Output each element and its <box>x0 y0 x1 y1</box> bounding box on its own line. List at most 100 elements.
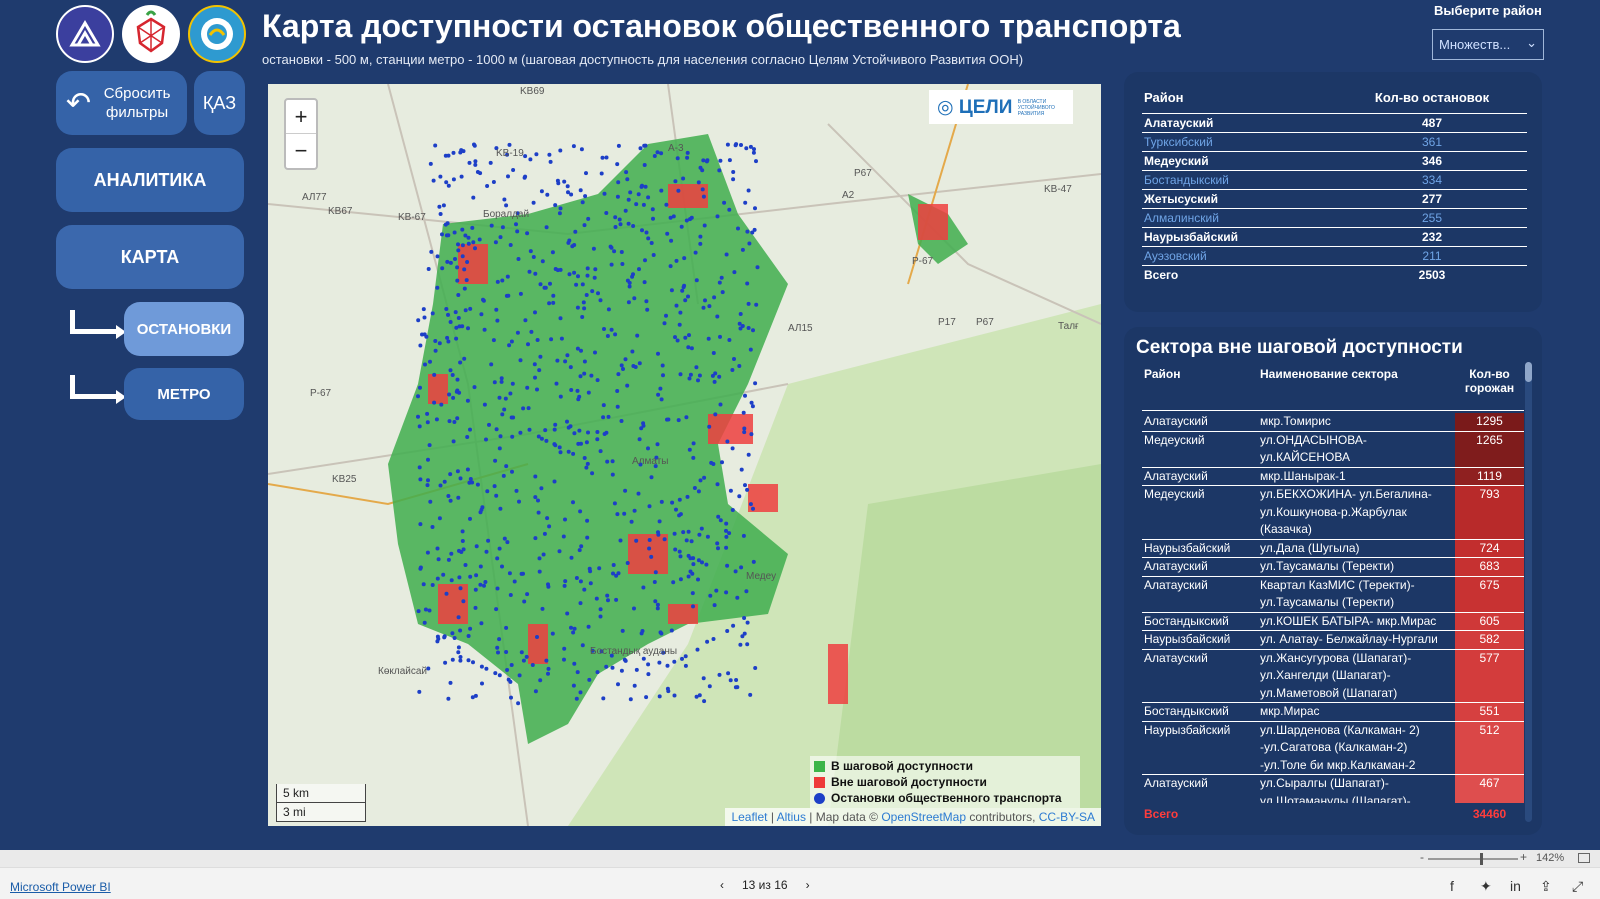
stop-dot <box>748 502 753 507</box>
table-row[interactable]: Алатауский 487 <box>1142 114 1527 133</box>
analytics-button[interactable]: АНАЛИТИКА <box>56 148 244 212</box>
stop-dot <box>747 241 752 246</box>
fit-to-page-icon[interactable] <box>1578 853 1590 863</box>
table-row[interactable]: Алатауский ул.Таусамалы (Теректи) 683 <box>1142 558 1524 577</box>
red-zone-patch <box>428 374 448 404</box>
table-row[interactable]: Алатауский ул.Сыралгы (Шапагат)-ул.Шотама… <box>1142 775 1524 803</box>
stop-dot <box>602 327 606 331</box>
district-filter-dropdown[interactable]: Множеств... ⌄ <box>1432 29 1544 60</box>
stop-dot <box>418 522 423 527</box>
table-row[interactable]: Бостандыкский 334 <box>1142 171 1527 190</box>
column-header-sector[interactable]: Наименование сектора <box>1260 367 1455 410</box>
stop-dot <box>593 350 597 355</box>
share-icon[interactable]: ⇪ <box>1540 878 1552 895</box>
citizens-cell: 512 <box>1455 721 1524 774</box>
stop-dot <box>495 556 500 561</box>
table-row[interactable]: Алатауский ул.Жансугурова (Шапагат)-ул.Ха… <box>1142 649 1524 703</box>
zoom-minus-button[interactable]: - <box>1420 850 1424 864</box>
stop-dot <box>538 282 543 287</box>
stop-dot <box>574 696 579 701</box>
stop-dot <box>437 341 442 346</box>
stop-dot <box>744 589 749 594</box>
stop-dot <box>448 320 453 324</box>
stop-dot <box>604 155 609 160</box>
linkedin-icon[interactable]: in <box>1510 878 1521 894</box>
column-header-count[interactable]: Кол-во остановок <box>1372 90 1492 113</box>
table-row[interactable]: Бостандыкский мкр.Мирас 551 <box>1142 703 1524 722</box>
stop-dot <box>700 560 704 565</box>
table-row[interactable]: Медеуский 346 <box>1142 152 1527 171</box>
table-row[interactable]: Наурызбайский ул.Шарденова (Калкаман- 2) … <box>1142 721 1524 775</box>
fullscreen-icon[interactable]: ⤢ <box>1572 878 1583 895</box>
stop-dot <box>527 269 532 274</box>
stop-dot <box>754 302 759 307</box>
powerbi-link[interactable]: Microsoft Power BI <box>10 880 111 894</box>
zoom-slider[interactable] <box>1428 853 1518 865</box>
stop-dot <box>538 678 543 683</box>
stop-dot <box>703 298 707 303</box>
table-row[interactable]: Наурызбайский ул. Алатау- Белжайлау-Нурга… <box>1142 631 1524 650</box>
stop-dot <box>630 349 635 354</box>
stop-dot <box>473 246 477 251</box>
scrollbar[interactable] <box>1525 362 1532 822</box>
table-row[interactable]: Жетысуский 277 <box>1142 190 1527 209</box>
stop-dot <box>664 313 668 318</box>
table-row[interactable]: Турксибский 361 <box>1142 133 1527 152</box>
altius-link[interactable]: Altius <box>777 810 806 824</box>
twitter-icon[interactable]: ✦ <box>1480 878 1492 895</box>
language-toggle-button[interactable]: ҚАЗ <box>194 71 245 135</box>
stop-dot <box>580 282 585 287</box>
stop-dot <box>485 489 490 494</box>
table-row[interactable]: Алатауский Квартал КазМИС (Теректи)-ул.Та… <box>1142 576 1524 613</box>
stop-dot <box>441 572 446 577</box>
facebook-icon[interactable]: f <box>1450 878 1454 894</box>
zoom-out-button[interactable]: − <box>286 134 316 168</box>
leaflet-link[interactable]: Leaflet <box>731 810 767 824</box>
sector-cell: мкр.Мирас <box>1260 704 1320 718</box>
license-link[interactable]: CC-BY-SA <box>1039 810 1095 824</box>
prev-page-button[interactable]: ‹ <box>720 878 724 892</box>
table-row[interactable]: Медеуский ул.ОНДАСЫНОВА-ул.КАЙСЕНОВА 1265 <box>1142 431 1524 468</box>
stop-dot <box>683 654 688 659</box>
stop-dot <box>467 160 472 165</box>
next-page-button[interactable]: › <box>806 878 810 892</box>
osm-link[interactable]: OpenStreetMap <box>881 810 966 824</box>
table-row[interactable]: Алатауский мкр.Томирис 1295 <box>1142 413 1524 432</box>
table-row[interactable]: Ауэзовский 211 <box>1142 247 1527 266</box>
stop-dot <box>541 552 546 557</box>
column-header-citizens[interactable]: Кол-во горожан <box>1455 367 1524 410</box>
stop-dot <box>551 300 556 305</box>
stop-dot <box>646 446 650 451</box>
stop-dot <box>555 358 560 363</box>
stop-dot <box>455 388 460 393</box>
stop-dot <box>673 547 678 552</box>
scrollbar-thumb[interactable] <box>1525 362 1532 382</box>
table-row[interactable]: Наурызбайский ул.Дала (Шугыла) 724 <box>1142 539 1524 558</box>
map-view[interactable]: KB69 KB-19 A-3 Боралдай KB-67 АЛ77 KB67 … <box>268 84 1101 826</box>
stop-dot <box>669 238 674 243</box>
column-header-district[interactable]: Район <box>1142 90 1372 113</box>
metro-button[interactable]: МЕТРО <box>124 368 244 420</box>
stops-button[interactable]: ОСТАНОВКИ <box>124 302 244 356</box>
table-row[interactable]: Алмалинский 255 <box>1142 209 1527 228</box>
reset-filters-button[interactable]: ↶ Сбросить фильтры <box>56 71 187 135</box>
stop-dot <box>425 420 430 425</box>
table-row[interactable]: Бостандыкский ул.КОШЕК БАТЫРА- мкр.Мирас 6… <box>1142 612 1524 631</box>
table-row[interactable]: Наурызбайский 232 <box>1142 228 1527 247</box>
stop-dot <box>502 407 507 412</box>
stop-dot <box>504 203 509 208</box>
zoom-in-button[interactable]: + <box>286 100 316 134</box>
column-header-district[interactable]: Район <box>1142 367 1260 410</box>
stop-dot <box>748 692 753 697</box>
zoom-plus-button[interactable]: + <box>1520 850 1527 864</box>
map-button[interactable]: КАРТА <box>56 225 244 289</box>
stop-dot <box>465 435 470 439</box>
stop-dot <box>718 518 723 523</box>
table-row[interactable]: Медеуский ул.БЕКХОЖИНА- ул.Бегалина-ул.Ко… <box>1142 486 1524 540</box>
stop-dot <box>659 188 664 193</box>
stop-dot <box>644 230 649 235</box>
table-row[interactable]: Алатауский мкр.Шанырак-1 1119 <box>1142 467 1524 486</box>
stop-dot <box>465 260 470 264</box>
stop-dot <box>505 668 510 672</box>
stop-dot <box>456 293 461 297</box>
